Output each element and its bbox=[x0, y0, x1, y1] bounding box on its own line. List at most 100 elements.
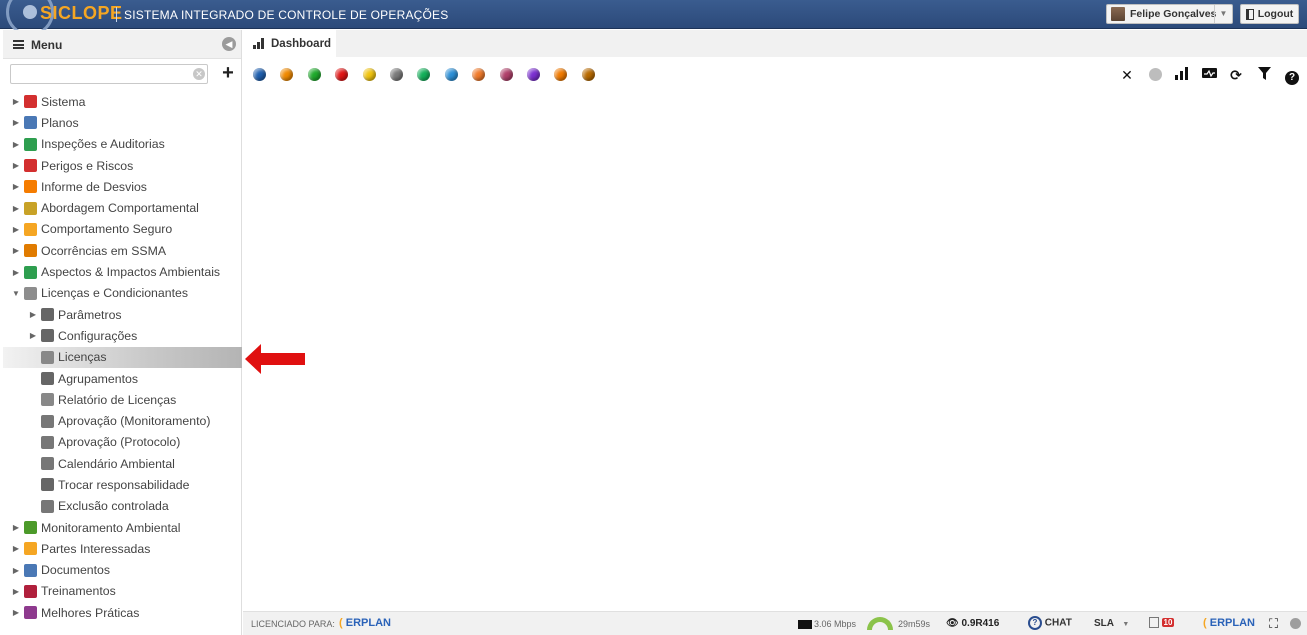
sidebar-item[interactable]: ▶Aprovação (Monitoramento) bbox=[3, 410, 242, 431]
caret-right-icon[interactable]: ▶ bbox=[11, 268, 21, 277]
clear-search-icon[interactable]: ✕ bbox=[193, 68, 205, 80]
sidebar-item[interactable]: ▶ Ocorrências em SSMA bbox=[3, 240, 242, 261]
chat-button[interactable]: ? CHAT bbox=[1028, 616, 1072, 630]
speed-value: 3.06 Mbps bbox=[814, 619, 857, 629]
caret-right-icon[interactable]: ▶ bbox=[11, 523, 21, 532]
connection-speed: 3.06 Mbps bbox=[798, 619, 857, 630]
color-filter-dot[interactable] bbox=[335, 68, 349, 81]
caret-right-icon[interactable]: ▶ bbox=[11, 608, 21, 617]
color-filter-dot[interactable] bbox=[307, 68, 321, 81]
color-filter-dot[interactable] bbox=[444, 68, 458, 81]
fullscreen-icon[interactable]: ⛶ bbox=[1269, 616, 1278, 632]
color-filter-dot[interactable] bbox=[417, 68, 431, 81]
caret-right-icon[interactable]: ▶ bbox=[11, 204, 21, 213]
notifications[interactable]: 10 bbox=[1149, 617, 1175, 629]
menu-search-input[interactable] bbox=[10, 64, 208, 84]
sidebar-item[interactable]: ▶Relatório de Licenças bbox=[3, 389, 242, 410]
color-filter-dot[interactable] bbox=[554, 68, 568, 81]
sidebar-item-label: Configurações bbox=[58, 328, 138, 343]
sidebar-item-label: Calendário Ambiental bbox=[58, 456, 175, 471]
caret-right-icon[interactable]: ▶ bbox=[11, 97, 21, 106]
color-filter-dot[interactable] bbox=[390, 68, 403, 81]
sidebar-item[interactable]: ▶ Partes Interessadas bbox=[3, 538, 242, 559]
sidebar-item-label: Monitoramento Ambiental bbox=[41, 520, 181, 535]
sliders-icon bbox=[41, 329, 54, 343]
caret-right-icon[interactable]: ▶ bbox=[11, 246, 21, 255]
phone-icon bbox=[24, 180, 37, 194]
color-filter-dot[interactable] bbox=[472, 68, 486, 81]
sidebar-item[interactable]: ▶ Planos bbox=[3, 112, 242, 133]
documents-icon bbox=[24, 563, 37, 577]
avatar bbox=[1111, 7, 1125, 21]
sidebar-item-label: Ocorrências em SSMA bbox=[41, 243, 167, 258]
add-button[interactable]: + bbox=[217, 63, 239, 85]
color-filter-dot[interactable] bbox=[253, 68, 266, 81]
sidebar-item-label: Aprovação (Protocolo) bbox=[58, 435, 181, 450]
filter-icon[interactable] bbox=[1256, 67, 1272, 83]
caret-right-icon[interactable]: ▶ bbox=[11, 225, 21, 234]
tab-dashboard[interactable]: Dashboard bbox=[243, 30, 336, 57]
sidebar-item[interactable]: ▶ Monitoramento Ambiental bbox=[3, 517, 242, 538]
user-menu[interactable]: Felipe Gonçalves ▼ bbox=[1106, 4, 1233, 24]
caret-right-icon[interactable]: ▶ bbox=[11, 182, 21, 191]
chat-icon: ? bbox=[1028, 616, 1042, 630]
sidebar-item[interactable]: ▶ Treinamentos bbox=[3, 581, 242, 602]
red-pointer-arrow-icon bbox=[245, 344, 305, 374]
sidebar-item[interactable]: ▶ Perigos e Riscos bbox=[3, 155, 242, 176]
help-icon[interactable]: ? bbox=[1284, 67, 1300, 85]
sidebar-item[interactable]: ▶ Documentos bbox=[3, 560, 242, 581]
hamburger-icon[interactable] bbox=[13, 40, 24, 49]
sidebar-item[interactable]: ▶Exclusão controlada bbox=[3, 496, 242, 517]
caret-down-icon[interactable]: ▼ bbox=[11, 289, 21, 298]
sidebar-item[interactable]: ▶ Abordagem Comportamental bbox=[3, 197, 242, 218]
sidebar-item[interactable]: ▶ Melhores Práticas bbox=[3, 602, 242, 623]
caret-right-icon[interactable]: ▶ bbox=[11, 140, 21, 149]
chevron-down-icon[interactable]: ▼ bbox=[1214, 5, 1232, 23]
signal-icon[interactable] bbox=[1174, 67, 1190, 83]
caret-right-icon[interactable]: ▶ bbox=[11, 544, 21, 553]
sidebar-item[interactable]: ▶ Parâmetros bbox=[3, 304, 242, 325]
thumbs-up-icon bbox=[41, 435, 54, 449]
color-filter-dot[interactable] bbox=[527, 68, 540, 81]
sidebar-item-label: Relatório de Licenças bbox=[58, 392, 177, 407]
caret-right-icon[interactable]: ▶ bbox=[28, 331, 38, 340]
sidebar-item[interactable]: ▶Agrupamentos bbox=[3, 368, 242, 389]
caret-right-icon[interactable]: ▶ bbox=[28, 310, 38, 319]
sidebar-item[interactable]: ▶ Sistema bbox=[3, 91, 242, 112]
sla-button[interactable]: SLA ▼ bbox=[1094, 618, 1129, 629]
collapse-sidebar-icon[interactable]: ◀ bbox=[222, 37, 236, 51]
sidebar-item-label: Treinamentos bbox=[41, 584, 116, 599]
system-title: SISTEMA INTEGRADO DE CONTROLE DE OPERAÇÕ… bbox=[124, 8, 449, 22]
sidebar-item[interactable]: ▶ Aspectos & Impactos Ambientais bbox=[3, 261, 242, 282]
sidebar-item[interactable]: ▼ Licenças e Condicionantes bbox=[3, 283, 242, 304]
sla-label: SLA bbox=[1094, 618, 1114, 629]
circle-icon[interactable] bbox=[1147, 67, 1163, 83]
certificate-icon bbox=[41, 350, 54, 364]
sidebar-item[interactable]: ▶ Configurações bbox=[3, 325, 242, 346]
sidebar-item[interactable]: ▶ Comportamento Seguro bbox=[3, 219, 242, 240]
sidebar-item[interactable]: ▶Licenças bbox=[3, 346, 242, 368]
thumbs-up-icon bbox=[41, 414, 54, 428]
refresh-icon[interactable]: ⟳ bbox=[1228, 67, 1244, 83]
color-filter-dot[interactable] bbox=[581, 68, 595, 81]
close-icon[interactable]: ✕ bbox=[1119, 67, 1135, 83]
sidebar-item[interactable]: ▶Aprovação (Protocolo) bbox=[3, 432, 242, 453]
caret-right-icon[interactable]: ▶ bbox=[11, 566, 21, 575]
folder-open-icon bbox=[24, 286, 37, 300]
caret-right-icon[interactable]: ▶ bbox=[11, 161, 21, 170]
color-filter-dot[interactable] bbox=[362, 68, 376, 81]
menu-tree: ▶ Sistema ▶ Planos ▶ Inspeções e Auditorias ▶ P… bbox=[3, 91, 242, 623]
pdf-icon bbox=[41, 393, 54, 407]
sidebar-item[interactable]: ▶ Informe de Desvios bbox=[3, 176, 242, 197]
caret-right-icon[interactable]: ▶ bbox=[11, 587, 21, 596]
sidebar-item-label: Aprovação (Monitoramento) bbox=[58, 414, 211, 429]
color-filter-dot[interactable] bbox=[280, 68, 294, 81]
logout-button[interactable]: Logout bbox=[1240, 4, 1299, 24]
sidebar-item[interactable]: ▶Calendário Ambiental bbox=[3, 453, 242, 474]
caret-right-icon[interactable]: ▶ bbox=[11, 118, 21, 127]
sidebar-item[interactable]: ▶ Inspeções e Auditorias bbox=[3, 134, 242, 155]
color-filter-dot[interactable] bbox=[499, 68, 513, 81]
sidebar-item-label: Sistema bbox=[41, 94, 86, 109]
monitor-icon[interactable] bbox=[1201, 67, 1217, 83]
sidebar-item[interactable]: ▶Trocar responsabilidade bbox=[3, 474, 242, 495]
